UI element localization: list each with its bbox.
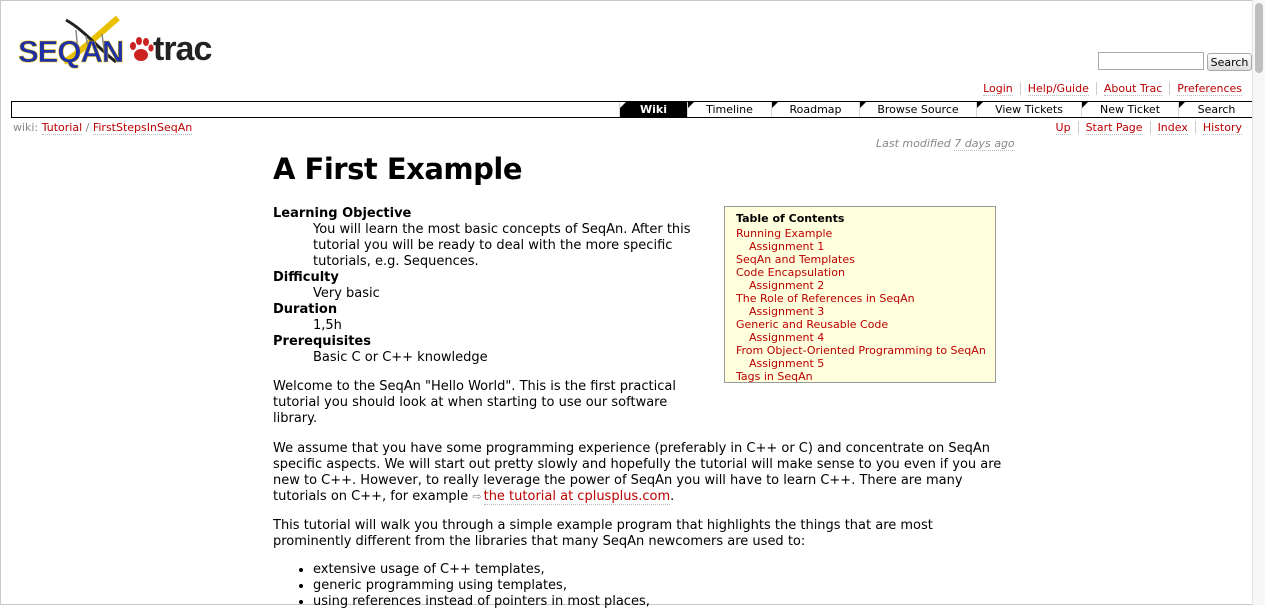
login-label: Login — [983, 82, 1013, 96]
walkthrough-paragraph: This tutorial will walk you through a si… — [273, 518, 933, 549]
toc-item[interactable]: SeqAn and Templates — [736, 253, 986, 266]
breadcrumb-prefix: wiki: — [13, 121, 39, 134]
index-link[interactable]: Index — [1149, 121, 1195, 135]
up-label: Up — [1055, 121, 1071, 135]
tab-browse-source[interactable]: Browse Source — [859, 102, 976, 117]
toc-item[interactable]: Assignment 5 — [749, 357, 986, 370]
scrollbar-thumb[interactable] — [1255, 3, 1263, 73]
tab-timeline-label: Timeline — [706, 103, 753, 116]
last-modified-prefix: Last modified — [876, 137, 955, 150]
logo-trac-text: trac — [153, 30, 212, 68]
up-link[interactable]: Up — [1049, 121, 1078, 135]
tab-new-ticket-label: New Ticket — [1099, 103, 1161, 116]
assumption-end: . — [670, 489, 675, 504]
toc-title: Table of Contents — [736, 212, 845, 225]
search-input[interactable] — [1098, 52, 1204, 70]
assumption-paragraph: We assume that you have some programming… — [273, 441, 1013, 505]
tab-browse-source-label: Browse Source — [877, 103, 959, 116]
toc-item[interactable]: Running Example — [736, 227, 986, 240]
toc-list: Running Example Assignment 1 SeqAn and T… — [736, 227, 986, 383]
def-desc: Very basic — [313, 286, 380, 301]
tab-new-ticket[interactable]: New Ticket — [1081, 102, 1178, 117]
breadcrumb-tutorial-link[interactable]: Tutorial — [41, 121, 83, 135]
tab-roadmap-label: Roadmap — [789, 103, 842, 116]
breadcrumb: wiki: Tutorial / FirstStepsInSeqAn — [13, 121, 193, 135]
list-item: extensive usage of C++ templates, — [313, 562, 650, 578]
toc-item[interactable]: From Object-Oriented Programming to SeqA… — [736, 344, 986, 357]
tab-view-tickets-label: View Tickets — [995, 103, 1063, 116]
page-title: A First Example — [273, 152, 522, 186]
external-link-icon: ⇨ — [472, 490, 482, 503]
vertical-scrollbar[interactable] — [1252, 0, 1265, 605]
help-guide-link[interactable]: Help/Guide — [1019, 82, 1096, 96]
list-item: using references instead of pointers in … — [313, 594, 650, 610]
table-of-contents: Table of Contents Running Example Assign… — [724, 206, 996, 383]
tab-wiki-label: Wiki — [640, 103, 667, 116]
start-page-label: Start Page — [1085, 121, 1143, 135]
toc-item[interactable]: Assignment 2 — [749, 279, 986, 292]
toc-item[interactable]: Assignment 3 — [749, 305, 986, 318]
def-term: Difficulty — [273, 270, 339, 285]
history-link[interactable]: History — [1194, 121, 1249, 135]
feature-list: extensive usage of C++ templates, generi… — [273, 562, 650, 610]
toc-item[interactable]: Generic and Reusable Code — [736, 318, 986, 331]
trac-logo[interactable]: SEQAN trac — [16, 12, 228, 70]
main-nav: Wiki Timeline Roadmap Browse Source View… — [11, 101, 1254, 118]
preferences-label: Preferences — [1177, 82, 1242, 96]
def-desc: Basic C or C++ knowledge — [313, 350, 488, 365]
tab-wiki[interactable]: Wiki — [619, 102, 687, 117]
tab-search[interactable]: Search — [1178, 102, 1254, 117]
toc-item[interactable]: Assignment 4 — [749, 331, 986, 344]
intro-paragraph: Welcome to the SeqAn "Hello World". This… — [273, 379, 676, 426]
tab-search-label: Search — [1197, 103, 1236, 116]
list-item: generic programming using templates, — [313, 578, 650, 594]
toc-item[interactable]: The Role of References in SeqAn — [736, 292, 986, 305]
about-trac-link[interactable]: About Trac — [1095, 82, 1169, 96]
paw-icon — [130, 37, 154, 61]
def-term: Prerequisites — [273, 334, 371, 349]
toc-item[interactable]: Tags in SeqAn — [736, 370, 986, 383]
about-trac-label: About Trac — [1103, 82, 1163, 96]
history-label: History — [1202, 121, 1242, 135]
toc-item[interactable]: Code Encapsulation — [736, 266, 986, 279]
last-modified-ago[interactable]: 7 days ago — [954, 137, 1015, 151]
definition-list: Learning Objective You will learn the mo… — [273, 206, 718, 366]
def-term: Duration — [273, 302, 338, 317]
def-desc: You will learn the most basic concepts o… — [313, 222, 691, 269]
tab-view-tickets[interactable]: View Tickets — [976, 102, 1081, 117]
breadcrumb-firststeps-link[interactable]: FirstStepsInSeqAn — [92, 121, 193, 135]
context-nav: Up Start Page Index History — [1049, 121, 1249, 135]
toc-item[interactable]: Assignment 1 — [749, 240, 986, 253]
cplusplus-tutorial-link[interactable]: the tutorial at cplusplus.com — [483, 489, 671, 505]
help-guide-label: Help/Guide — [1027, 82, 1089, 96]
def-desc: 1,5h — [313, 318, 342, 333]
logo-seqan-text: SEQAN — [18, 34, 125, 70]
login-link[interactable]: Login — [976, 82, 1020, 96]
breadcrumb-separator: / — [82, 121, 93, 134]
def-term: Learning Objective — [273, 206, 412, 221]
preferences-link[interactable]: Preferences — [1169, 82, 1249, 96]
start-page-link[interactable]: Start Page — [1077, 121, 1150, 135]
index-label: Index — [1157, 121, 1188, 135]
meta-nav: Login Help/Guide About Trac Preferences — [976, 82, 1249, 96]
last-modified: Last modified 7 days ago — [876, 137, 1015, 151]
search-button[interactable]: Search — [1207, 53, 1252, 71]
tab-timeline[interactable]: Timeline — [687, 102, 771, 117]
tab-roadmap[interactable]: Roadmap — [771, 102, 859, 117]
